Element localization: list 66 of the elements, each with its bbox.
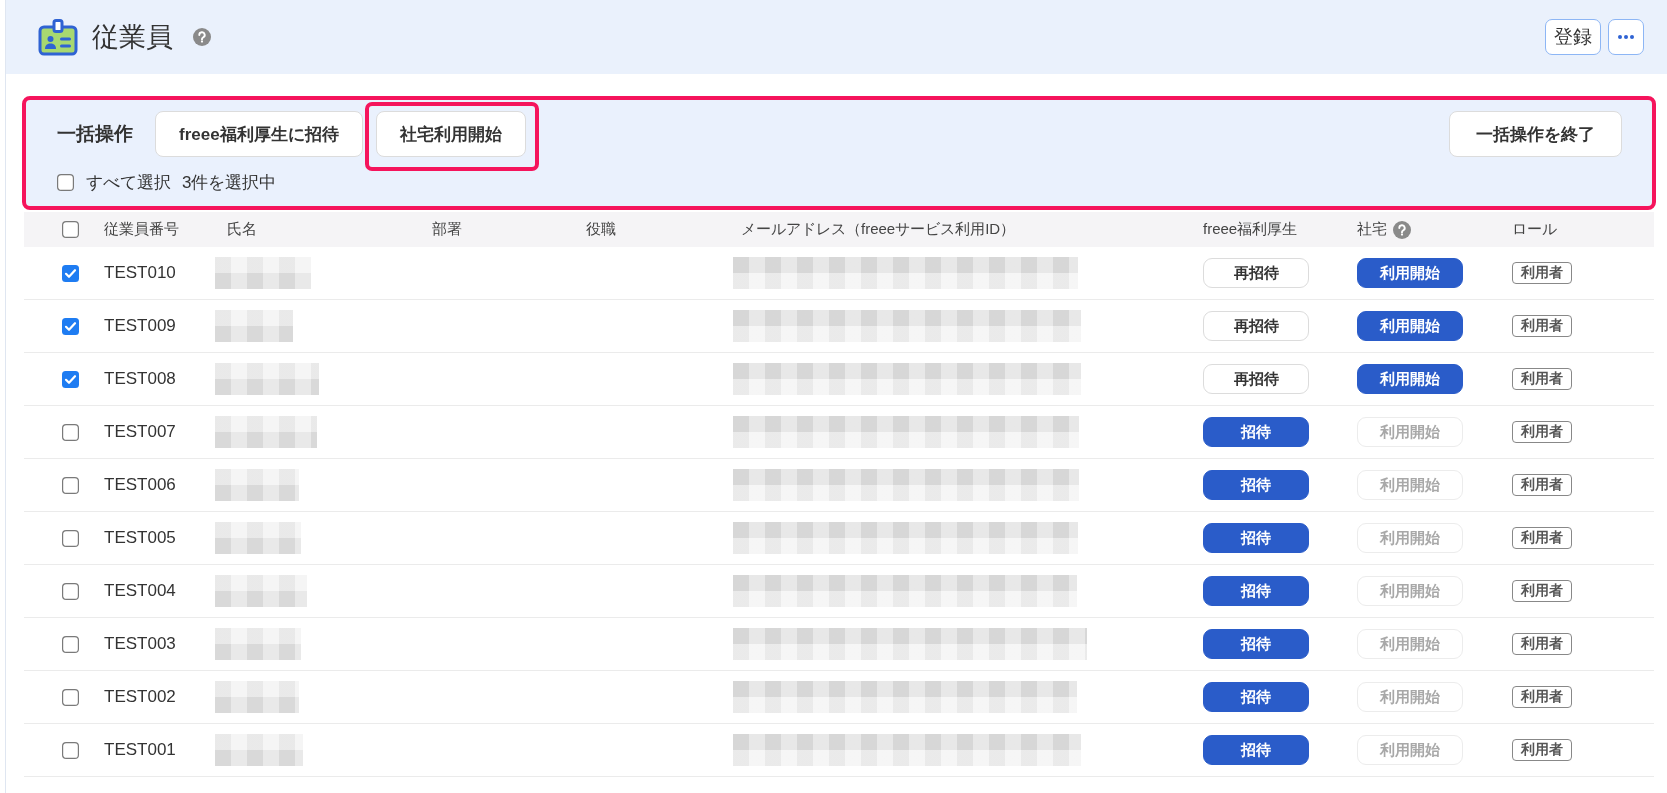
checkbox[interactable] (62, 476, 79, 494)
bulk-action-button[interactable]: freee福利厚生に招待 (155, 111, 363, 157)
invite-button[interactable]: 招待 (1203, 417, 1309, 447)
employee-number: TEST003 (104, 634, 176, 654)
start-use-button[interactable]: 利用開始 (1357, 364, 1463, 394)
column-header: メールアドレス（freeeサービス利用ID） (741, 220, 1016, 239)
end-bulk-action-button[interactable]: 一括操作を終了 (1449, 111, 1622, 157)
employee-number: TEST006 (104, 475, 176, 495)
invite-button[interactable]: 招待 (1203, 576, 1309, 606)
start-use-button[interactable]: 利用開始 (1357, 258, 1463, 288)
start-use-button[interactable]: 利用開始 (1357, 311, 1463, 341)
checkbox[interactable] (62, 582, 79, 600)
checkbox[interactable] (62, 529, 79, 547)
checkbox[interactable] (62, 264, 79, 282)
checkbox[interactable] (62, 688, 79, 706)
employee-number: TEST007 (104, 422, 176, 442)
role-tag: 利用者 (1512, 421, 1572, 443)
register-button[interactable]: 登録 (1545, 19, 1601, 55)
invite-button[interactable]: 再招待 (1203, 311, 1309, 341)
invite-button[interactable]: 再招待 (1203, 364, 1309, 394)
employee-number: TEST010 (104, 263, 176, 283)
column-header: freee福利厚生 (1203, 220, 1298, 239)
invite-button[interactable]: 招待 (1203, 470, 1309, 500)
bulk-action-button[interactable]: 社宅利用開始 (375, 111, 526, 157)
employee-number: TEST001 (104, 740, 176, 760)
column-header: ロール (1512, 220, 1557, 239)
bulk-action-label: 一括操作 (57, 122, 133, 146)
more-button[interactable] (1608, 19, 1644, 55)
checkbox[interactable] (57, 174, 74, 191)
role-tag: 利用者 (1512, 686, 1572, 708)
column-header: 社宅 (1357, 220, 1387, 239)
help-icon[interactable] (193, 28, 211, 46)
role-tag: 利用者 (1512, 739, 1572, 761)
employee-number: TEST008 (104, 369, 176, 389)
checkbox[interactable] (62, 741, 79, 759)
role-tag: 利用者 (1512, 474, 1572, 496)
role-tag: 利用者 (1512, 262, 1572, 284)
invite-button[interactable]: 招待 (1203, 682, 1309, 712)
id-badge-icon (38, 18, 78, 56)
employee-number: TEST005 (104, 528, 176, 548)
select-all-label[interactable]: すべて選択 (86, 171, 171, 194)
help-icon[interactable] (1393, 220, 1411, 239)
employee-number: TEST009 (104, 316, 176, 336)
checkbox[interactable] (62, 317, 79, 335)
employee-number: TEST002 (104, 687, 176, 707)
page-title: 従業員 (92, 21, 173, 54)
employee-number: TEST004 (104, 581, 176, 601)
column-header: 従業員番号 (104, 220, 179, 239)
checkbox[interactable] (62, 221, 79, 238)
role-tag: 利用者 (1512, 527, 1572, 549)
checkbox[interactable] (62, 370, 79, 388)
checkbox[interactable] (62, 635, 79, 653)
invite-button[interactable]: 招待 (1203, 629, 1309, 659)
column-header: 役職 (586, 220, 616, 239)
invite-button[interactable]: 再招待 (1203, 258, 1309, 288)
invite-button[interactable]: 招待 (1203, 735, 1309, 765)
checkbox[interactable] (62, 423, 79, 441)
column-header: 部署 (432, 220, 462, 239)
more-icon (1618, 35, 1634, 39)
role-tag: 利用者 (1512, 368, 1572, 390)
role-tag: 利用者 (1512, 633, 1572, 655)
column-header: 氏名 (227, 220, 257, 239)
invite-button[interactable]: 招待 (1203, 523, 1309, 553)
role-tag: 利用者 (1512, 315, 1572, 337)
selection-count: 3件を選択中 (182, 172, 277, 194)
role-tag: 利用者 (1512, 580, 1572, 602)
